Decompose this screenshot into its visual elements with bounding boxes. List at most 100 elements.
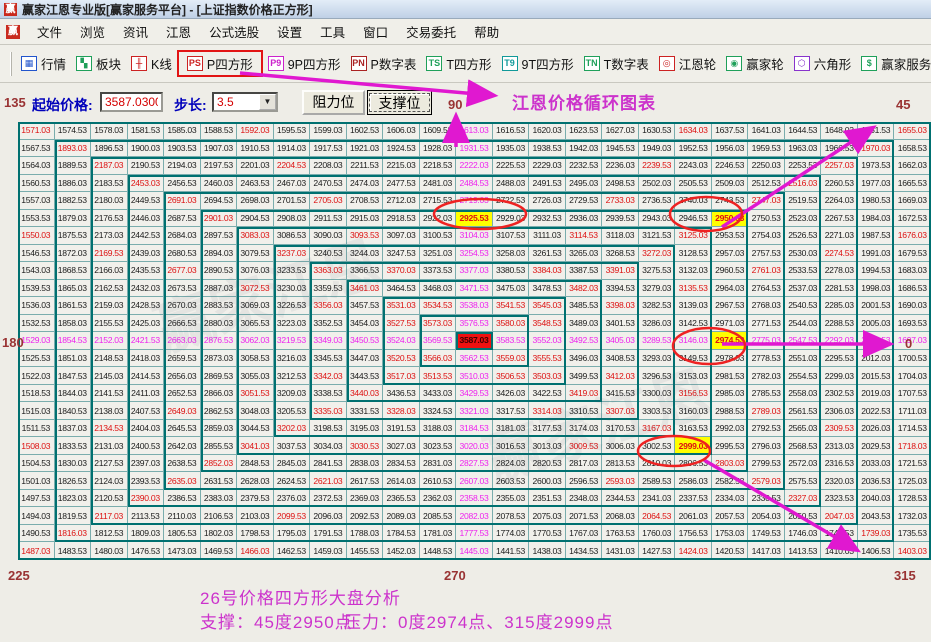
support-annotation: 支撑：45度2950点 bbox=[200, 613, 353, 632]
price-cell: 2687.53 bbox=[164, 209, 201, 228]
toolbar-item-P四方形[interactable]: PS P四方形 bbox=[176, 50, 263, 77]
price-cell: 3202.03 bbox=[273, 419, 311, 438]
price-cell: 2516.03 bbox=[784, 174, 822, 193]
menu-item-工具[interactable]: 工具 bbox=[311, 19, 354, 44]
angle-label-135: 135 bbox=[4, 95, 26, 110]
price-cell: 3044.53 bbox=[237, 419, 274, 438]
price-cell: 2362.03 bbox=[419, 489, 457, 508]
toolbar-item-T数字表[interactable]: TN T数字表 bbox=[579, 50, 654, 77]
menu-item-窗口[interactable]: 窗口 bbox=[354, 19, 397, 44]
price-cell: 2313.03 bbox=[821, 437, 858, 455]
price-cell: 1963.03 bbox=[784, 139, 822, 158]
price-cell: 2771.53 bbox=[748, 314, 785, 333]
price-cell: 2526.53 bbox=[784, 227, 822, 245]
price-cell: 1585.03 bbox=[164, 122, 201, 140]
price-cell: 1571.03 bbox=[18, 122, 55, 140]
toolbar-item-T四方形[interactable]: TS T四方形 bbox=[421, 50, 496, 77]
price-cell: 3275.53 bbox=[638, 262, 676, 280]
toolbar-item-P数字表[interactable]: PN P数字表 bbox=[346, 50, 422, 77]
price-cell: 1546.53 bbox=[18, 244, 55, 263]
combo-dropdown-arrow-icon[interactable]: ▼ bbox=[259, 94, 276, 110]
toolbar-item-K线[interactable]: ╫ K线 bbox=[126, 50, 177, 77]
price-cell: 2327.03 bbox=[784, 489, 822, 508]
price-cell: 2981.53 bbox=[711, 367, 749, 385]
price-cell: 2691.03 bbox=[164, 192, 201, 210]
toolbar-item-行情[interactable]: ▦ 行情 bbox=[16, 50, 71, 77]
winner-service-icon: $ bbox=[861, 56, 878, 71]
price-cell: 2358.53 bbox=[456, 489, 493, 508]
price-cell: 1837.03 bbox=[54, 419, 92, 438]
price-cell: 3233.53 bbox=[273, 262, 311, 280]
price-cell: 3373.53 bbox=[419, 262, 457, 280]
price-cell: 3531.03 bbox=[383, 297, 420, 315]
t-square-icon: TS bbox=[426, 56, 443, 71]
price-cell: 2624.53 bbox=[273, 472, 311, 490]
price-cell: 2796.03 bbox=[748, 437, 785, 455]
price-cell: 2561.53 bbox=[784, 402, 822, 420]
menu-item-江恩[interactable]: 江恩 bbox=[157, 19, 200, 44]
price-cell: 1914.03 bbox=[273, 139, 311, 158]
price-cell: 3482.03 bbox=[565, 279, 603, 298]
price-cell: 2001.53 bbox=[857, 297, 895, 315]
price-cell: 3534.53 bbox=[419, 297, 457, 315]
step-combobox[interactable]: 3.5 ▼ bbox=[212, 92, 278, 112]
price-cell: 1830.03 bbox=[54, 454, 92, 473]
angle-label-90: 90 bbox=[448, 97, 463, 112]
price-cell: 1560.53 bbox=[18, 174, 55, 193]
price-cell: 2148.53 bbox=[91, 349, 128, 368]
price-cell: 3562.53 bbox=[456, 349, 493, 368]
price-cell: 3384.03 bbox=[529, 262, 566, 280]
toolbar-item-9P四方形[interactable]: P9 9P四方形 bbox=[263, 50, 346, 77]
menu-item-资讯[interactable]: 资讯 bbox=[114, 19, 157, 44]
menu-item-公式选股[interactable]: 公式选股 bbox=[200, 19, 268, 44]
toolbar-item-赢家服务[interactable]: $ 赢家服务 bbox=[856, 50, 931, 77]
price-cell: 1532.53 bbox=[18, 314, 55, 333]
price-cell: 1721.53 bbox=[894, 454, 931, 473]
price-cell: 1686.53 bbox=[894, 279, 931, 298]
resistance-button[interactable]: 阻力位 bbox=[302, 90, 365, 115]
price-cell: 1697.03 bbox=[894, 332, 931, 350]
price-cell: 2330.53 bbox=[748, 489, 785, 508]
toolbar-item-江恩轮[interactable]: ◎ 江恩轮 bbox=[654, 50, 722, 77]
toolbar-item-赢家轮[interactable]: ◉ 赢家轮 bbox=[721, 50, 789, 77]
price-cell: 2642.03 bbox=[164, 437, 201, 455]
menu-item-帮助[interactable]: 帮助 bbox=[465, 19, 508, 44]
price-cell: 3468.03 bbox=[419, 279, 457, 298]
price-cell: 2106.53 bbox=[200, 507, 238, 525]
price-cell: 2848.53 bbox=[237, 454, 274, 473]
price-cell: 2743.53 bbox=[711, 192, 749, 210]
price-cell: 2337.53 bbox=[675, 489, 712, 508]
price-cell: 2733.03 bbox=[602, 192, 639, 210]
price-cell: 2866.03 bbox=[200, 384, 238, 403]
price-cell: 2047.03 bbox=[821, 507, 858, 525]
price-cell: 2253.53 bbox=[784, 157, 822, 175]
toolbar-item-板块[interactable]: ▚ 板块 bbox=[71, 50, 126, 77]
menu-item-文件[interactable]: 文件 bbox=[28, 19, 71, 44]
support-button[interactable]: 支撑位 bbox=[367, 90, 432, 115]
price-cell: 2250.03 bbox=[748, 157, 785, 175]
price-cell: 3065.53 bbox=[237, 314, 274, 333]
price-cell: 1931.53 bbox=[456, 139, 493, 158]
price-cell: 1574.53 bbox=[54, 122, 92, 140]
price-cell: 2554.53 bbox=[784, 367, 822, 385]
menu-item-交易委托[interactable]: 交易委托 bbox=[397, 19, 465, 44]
start-price-input[interactable] bbox=[100, 92, 163, 112]
price-cell: 3429.53 bbox=[456, 384, 493, 403]
candlestick-icon: ╫ bbox=[131, 56, 148, 71]
price-cell: 3209.03 bbox=[273, 384, 311, 403]
price-cell: 2442.53 bbox=[127, 227, 165, 245]
price-cell: 3471.53 bbox=[456, 279, 493, 298]
price-cell: 2278.03 bbox=[821, 262, 858, 280]
price-cell: 1718.03 bbox=[894, 437, 931, 455]
menu-item-设置[interactable]: 设置 bbox=[268, 19, 311, 44]
price-cell: 1679.53 bbox=[894, 244, 931, 263]
price-cell: 1739.03 bbox=[857, 524, 895, 543]
toolbar-item-9T四方形[interactable]: T9 9T四方形 bbox=[497, 50, 579, 77]
price-cell: 1480.03 bbox=[91, 542, 128, 560]
price-cell: 1693.53 bbox=[894, 314, 931, 333]
price-cell: 2568.53 bbox=[784, 437, 822, 455]
toolbar-item-六角形[interactable]: ⬡ 六角形 bbox=[789, 50, 857, 77]
menu-item-浏览[interactable]: 浏览 bbox=[71, 19, 114, 44]
price-cell: 1882.53 bbox=[54, 192, 92, 210]
app-logo-icon-small: 赢 bbox=[6, 24, 20, 39]
